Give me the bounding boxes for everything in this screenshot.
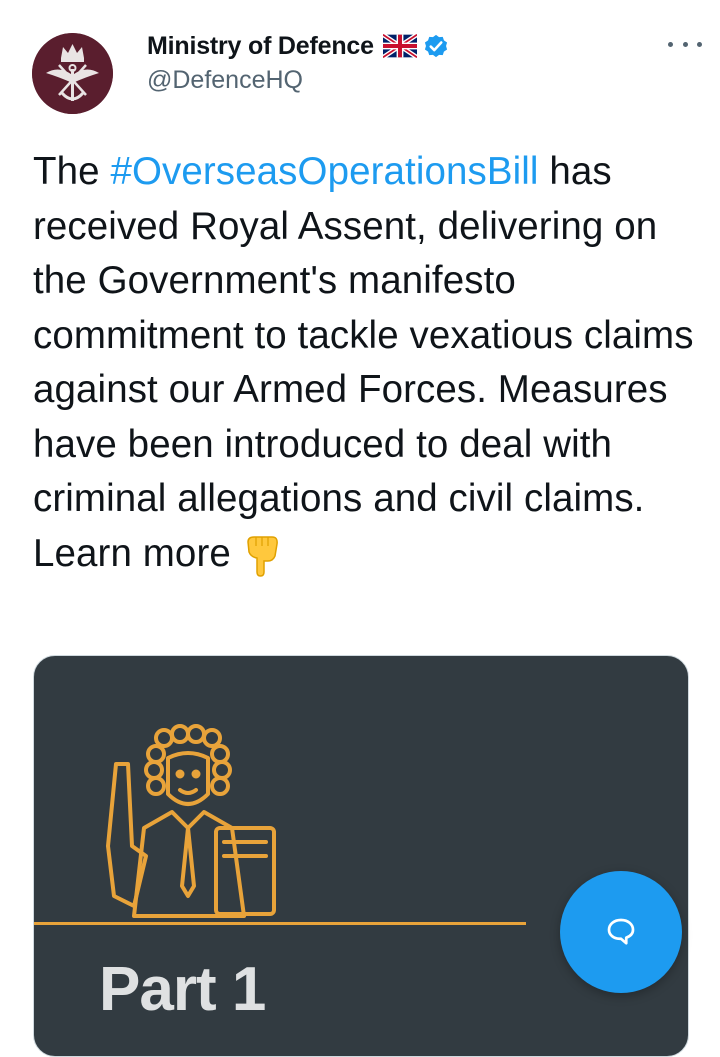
tweet-text-rest: has received Royal Assent, delivering on…: [33, 150, 694, 575]
pointing-down-emoji-icon: [247, 535, 278, 577]
tweet-text-start: The: [33, 150, 111, 193]
tweet-header: Ministry of Defence @DefenceHQ: [147, 28, 700, 108]
uk-flag-icon: [382, 34, 417, 58]
dot: [682, 41, 688, 47]
media-caption: Part 1: [99, 955, 266, 1024]
author-avatar[interactable]: [32, 33, 113, 114]
author-name[interactable]: Ministry of Defence: [147, 32, 374, 61]
compose-reply-button[interactable]: [560, 871, 682, 993]
chat-bubble-icon: [607, 918, 635, 945]
author-name-row: Ministry of Defence: [147, 28, 700, 64]
mod-crest-icon: [32, 33, 113, 114]
hashtag-link[interactable]: #OverseasOperationsBill: [110, 150, 538, 193]
more-options-icon[interactable]: [668, 34, 702, 54]
dot: [697, 41, 702, 47]
judge-illustration-icon: [106, 724, 276, 918]
dot: [668, 41, 673, 47]
media-card[interactable]: Part 1: [33, 655, 689, 1057]
author-handle[interactable]: @DefenceHQ: [147, 66, 700, 95]
tweet-text: The #OverseasOperationsBill has received…: [33, 145, 701, 581]
media-divider-line: [34, 922, 526, 925]
verified-badge-icon: [424, 34, 447, 58]
